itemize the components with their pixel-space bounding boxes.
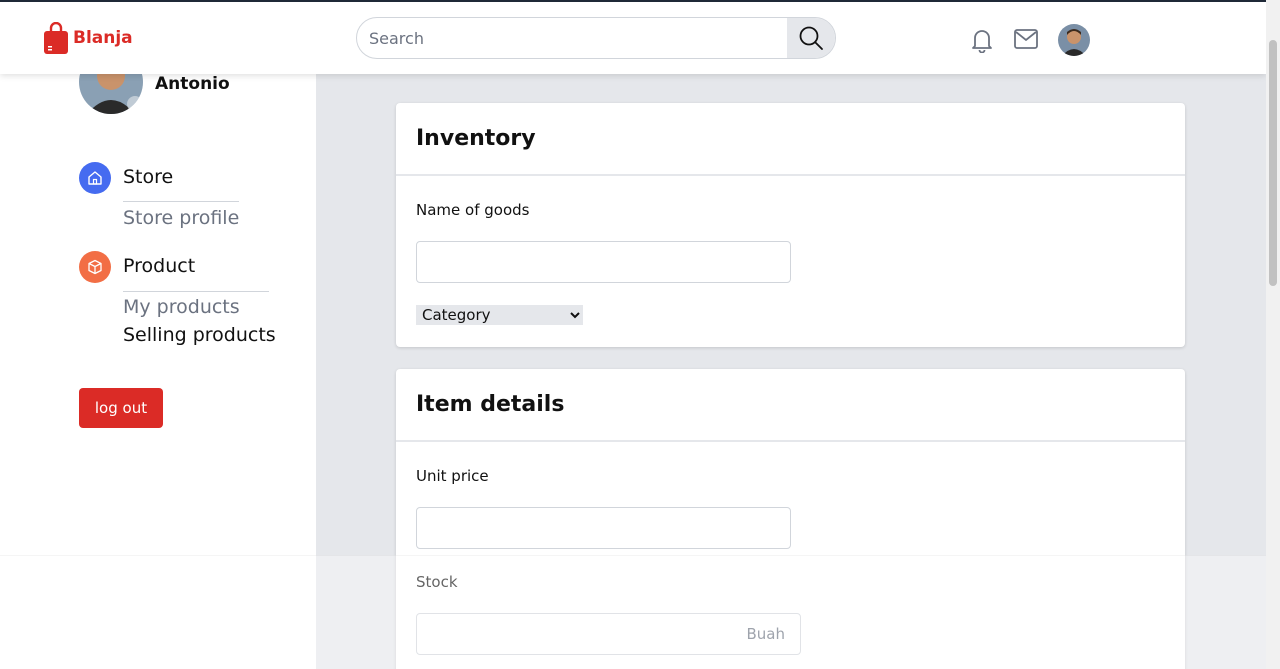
stock-field: Buah <box>416 613 801 655</box>
scrollbar-thumb[interactable] <box>1269 40 1277 286</box>
inventory-title: Inventory <box>396 103 1185 176</box>
top-navbar: Blanja <box>0 0 1266 74</box>
inventory-card: Inventory Name of goods Category <box>396 103 1185 347</box>
logout-button[interactable]: log out <box>79 388 163 428</box>
brand-name: Blanja <box>73 28 133 48</box>
brand-logo[interactable]: Blanja <box>44 22 133 54</box>
nav-selling-products[interactable]: Selling products <box>123 324 276 346</box>
name-of-goods-label: Name of goods <box>416 201 530 219</box>
search-button[interactable] <box>787 18 835 58</box>
stock-label: Stock <box>416 573 458 591</box>
bell-icon <box>972 30 992 54</box>
user-avatar[interactable] <box>1058 24 1090 56</box>
nav-divider <box>123 201 239 202</box>
search-icon <box>799 26 823 50</box>
user-photo-icon <box>1058 24 1090 56</box>
nav-store[interactable]: Store <box>123 166 173 188</box>
shopping-bag-icon <box>44 22 68 54</box>
unit-price-label: Unit price <box>416 467 489 485</box>
home-icon <box>88 171 102 185</box>
search-bar <box>356 17 836 59</box>
profile-username: Antonio <box>155 74 230 94</box>
mail-icon <box>1014 29 1038 49</box>
nav-my-products[interactable]: My products <box>123 296 240 318</box>
nav-product[interactable]: Product <box>123 255 195 277</box>
messages-button[interactable] <box>1014 29 1038 53</box>
sidebar: Antonio Store Store profile Product My p… <box>0 50 316 669</box>
item-details-card: Item details Unit price Stock Buah <box>396 369 1185 669</box>
unit-price-input[interactable] <box>416 507 791 549</box>
store-section-icon <box>79 162 111 194</box>
search-input[interactable] <box>357 18 788 58</box>
nav-divider <box>123 291 269 292</box>
product-section-icon <box>79 251 111 283</box>
box-icon <box>88 259 102 275</box>
name-of-goods-input[interactable] <box>416 241 791 283</box>
category-select[interactable]: Category <box>416 305 583 325</box>
page-scrollbar[interactable] <box>1266 0 1280 669</box>
stock-input[interactable] <box>416 613 801 655</box>
nav-store-profile[interactable]: Store profile <box>123 207 239 229</box>
item-details-title: Item details <box>396 369 1185 442</box>
notification-button[interactable] <box>970 27 994 57</box>
stock-unit-suffix: Buah <box>746 625 786 643</box>
